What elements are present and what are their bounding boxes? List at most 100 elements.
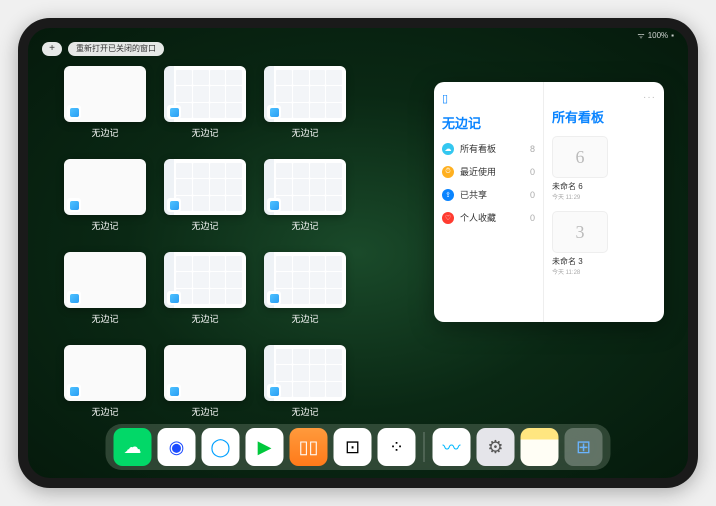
- window-thumb[interactable]: 无边记: [164, 66, 246, 139]
- sidebar-item-icon: ⇪: [442, 189, 454, 201]
- board-thumb: 6: [552, 136, 608, 178]
- sidebar-item-label: 个人收藏: [460, 211, 496, 224]
- window-thumb[interactable]: 无边记: [64, 252, 146, 325]
- freeform-app-icon: [167, 198, 181, 212]
- freeform-panel[interactable]: ▯ 无边记 ☁ 所有看板 8 ⏱ 最近使用 0 ⇪ 已共享 0 ♡ 个人收藏 0 ··· 所有看板 6…: [434, 82, 664, 322]
- dock-recent-group-icon[interactable]: ⊞: [565, 428, 603, 466]
- board-name: 未命名 6: [552, 181, 656, 192]
- thumb-preview: [64, 159, 146, 215]
- dock-separator: [424, 432, 425, 462]
- thumb-preview: [64, 252, 146, 308]
- board-time: 今天 11:28: [552, 267, 656, 276]
- thumb-preview: [264, 66, 346, 122]
- thumb-preview: [164, 252, 246, 308]
- thumb-preview: [64, 345, 146, 401]
- window-thumb[interactable]: 无边记: [264, 252, 346, 325]
- dock-qq-browser-icon[interactable]: ◯: [202, 428, 240, 466]
- dock-freeform-icon[interactable]: 〰: [433, 428, 471, 466]
- battery-text: 100%: [648, 31, 668, 40]
- freeform-app-icon: [67, 291, 81, 305]
- reopen-pill[interactable]: 重新打开已关闭的窗口: [68, 42, 164, 56]
- window-label: 无边记: [291, 219, 318, 232]
- thumb-preview: [64, 66, 146, 122]
- panel-right-title: 所有看板: [552, 107, 656, 126]
- thumb-preview: [264, 159, 346, 215]
- window-label: 无边记: [191, 219, 218, 232]
- window-thumb[interactable]: 无边记: [264, 345, 346, 418]
- sidebar-item[interactable]: ⇪ 已共享 0: [442, 188, 535, 201]
- window-label: 无边记: [191, 312, 218, 325]
- window-label: 无边记: [91, 312, 118, 325]
- board-time: 今天 11:29: [552, 192, 656, 201]
- freeform-app-icon: [167, 384, 181, 398]
- top-bar: + 重新打开已关闭的窗口: [42, 42, 164, 56]
- add-button[interactable]: +: [42, 42, 62, 56]
- window-label: 无边记: [191, 126, 218, 139]
- sidebar-toggle-icon[interactable]: ▯: [442, 92, 535, 105]
- window-label: 无边记: [91, 405, 118, 418]
- sidebar-item-label: 已共享: [460, 188, 487, 201]
- freeform-app-icon: [167, 105, 181, 119]
- sidebar-item-label: 最近使用: [460, 165, 496, 178]
- window-label: 无边记: [291, 312, 318, 325]
- panel-sidebar: ▯ 无边记 ☁ 所有看板 8 ⏱ 最近使用 0 ⇪ 已共享 0 ♡ 个人收藏 0: [434, 82, 544, 322]
- board-item[interactable]: 6 未命名 6今天 11:29: [552, 136, 656, 201]
- window-grid: 无边记无边记无边记无边记无边记无边记无边记无边记无边记无边记无边记无边记: [64, 66, 346, 418]
- freeform-app-icon: [67, 105, 81, 119]
- dock-wechat-icon[interactable]: ☁: [114, 428, 152, 466]
- window-thumb[interactable]: 无边记: [64, 159, 146, 232]
- thumb-preview: [264, 345, 346, 401]
- dock-books-icon[interactable]: ▯▯: [290, 428, 328, 466]
- ipad-device: ᯤ 100% ▪ + 重新打开已关闭的窗口 无边记无边记无边记无边记无边记无边记…: [18, 18, 698, 488]
- window-label: 无边记: [91, 219, 118, 232]
- window-thumb[interactable]: 无边记: [64, 345, 146, 418]
- battery-icon: ▪: [671, 31, 674, 40]
- thumb-preview: [264, 252, 346, 308]
- panel-content: ··· 所有看板 6 未命名 6今天 11:29 3 未命名 3今天 11:28: [544, 82, 664, 322]
- window-label: 无边记: [191, 405, 218, 418]
- dock-settings-icon[interactable]: ⚙: [477, 428, 515, 466]
- freeform-app-icon: [267, 291, 281, 305]
- dock-dice-icon[interactable]: ⊡: [334, 428, 372, 466]
- wifi-icon: ᯤ: [637, 30, 644, 41]
- sidebar-item-icon: ☁: [442, 143, 454, 155]
- sidebar-item-icon: ♡: [442, 212, 454, 224]
- freeform-app-icon: [67, 384, 81, 398]
- dock-notes-icon[interactable]: [521, 428, 559, 466]
- dock-tencent-video-icon[interactable]: ◉: [158, 428, 196, 466]
- sidebar-item[interactable]: ⏱ 最近使用 0: [442, 165, 535, 178]
- board-thumb: 3: [552, 211, 608, 253]
- status-bar: ᯤ 100% ▪: [637, 30, 674, 41]
- more-button[interactable]: ···: [552, 92, 656, 103]
- window-thumb[interactable]: 无边记: [264, 159, 346, 232]
- board-name: 未命名 3: [552, 256, 656, 267]
- dock: ☁◉◯▶▯▯⊡⁘ 〰⚙ ⊞: [106, 424, 611, 470]
- window-thumb[interactable]: 无边记: [264, 66, 346, 139]
- sidebar-item-count: 8: [530, 144, 535, 154]
- board-item[interactable]: 3 未命名 3今天 11:28: [552, 211, 656, 276]
- sidebar-item-label: 所有看板: [460, 142, 496, 155]
- sidebar-item[interactable]: ☁ 所有看板 8: [442, 142, 535, 155]
- window-thumb[interactable]: 无边记: [64, 66, 146, 139]
- freeform-app-icon: [267, 105, 281, 119]
- sidebar-item[interactable]: ♡ 个人收藏 0: [442, 211, 535, 224]
- freeform-app-icon: [267, 384, 281, 398]
- freeform-app-icon: [167, 291, 181, 305]
- freeform-app-icon: [267, 198, 281, 212]
- screen: ᯤ 100% ▪ + 重新打开已关闭的窗口 无边记无边记无边记无边记无边记无边记…: [28, 28, 688, 478]
- panel-title: 无边记: [442, 113, 535, 132]
- window-label: 无边记: [291, 405, 318, 418]
- freeform-app-icon: [67, 198, 81, 212]
- sidebar-item-count: 0: [530, 190, 535, 200]
- dock-iqiyi-icon[interactable]: ▶: [246, 428, 284, 466]
- window-label: 无边记: [291, 126, 318, 139]
- window-thumb[interactable]: 无边记: [164, 159, 246, 232]
- dock-dots-icon[interactable]: ⁘: [378, 428, 416, 466]
- sidebar-item-icon: ⏱: [442, 166, 454, 178]
- window-thumb[interactable]: 无边记: [164, 345, 246, 418]
- sidebar-item-count: 0: [530, 213, 535, 223]
- thumb-preview: [164, 345, 246, 401]
- sidebar-item-count: 0: [530, 167, 535, 177]
- window-thumb[interactable]: 无边记: [164, 252, 246, 325]
- thumb-preview: [164, 66, 246, 122]
